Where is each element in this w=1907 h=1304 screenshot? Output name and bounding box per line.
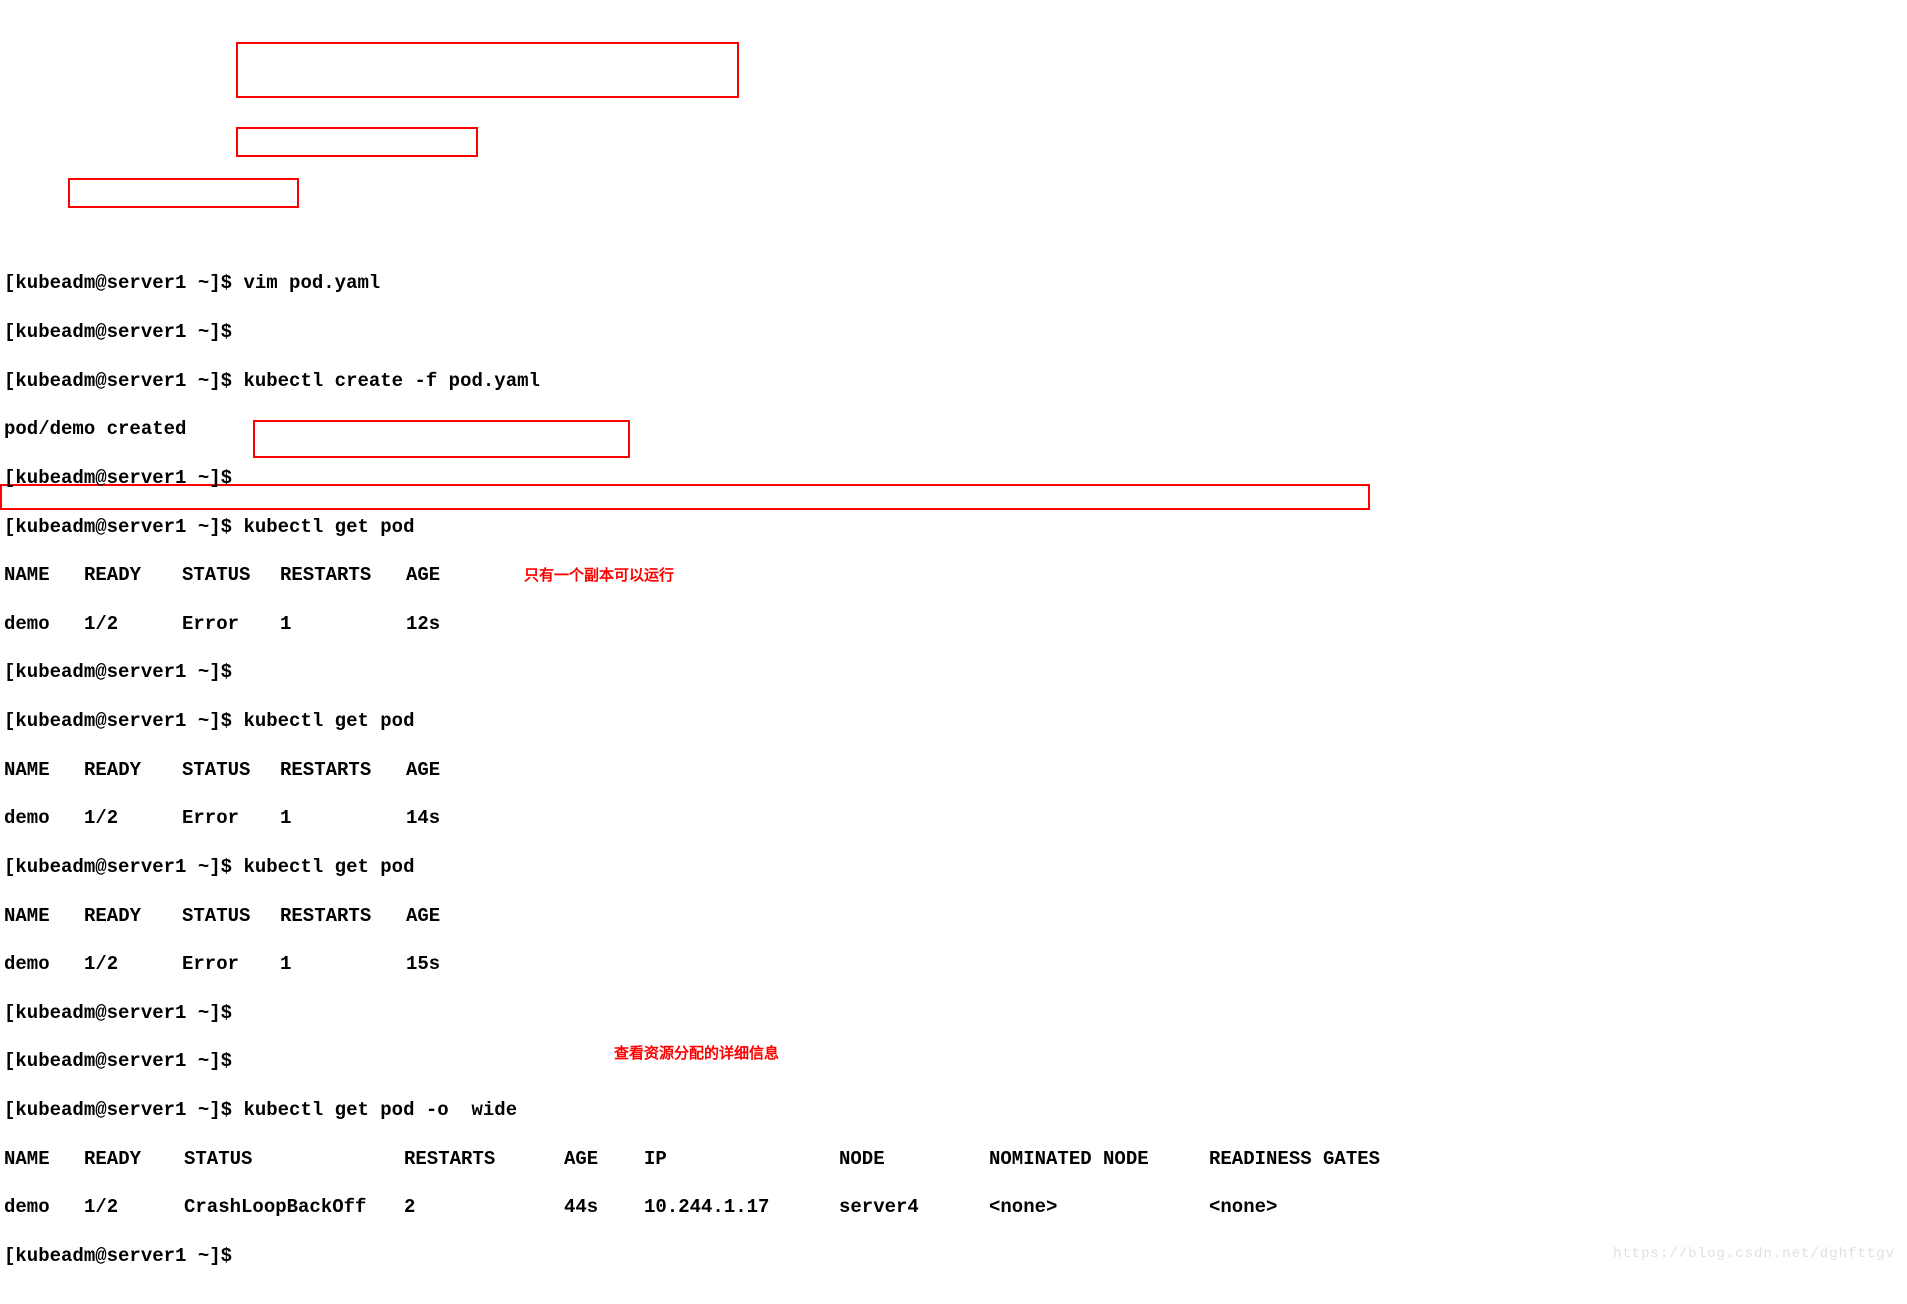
hdr-name: NAME	[4, 758, 84, 782]
prompt: [kubeadm@server1 ~]$	[4, 1050, 243, 1072]
annotation-resource-detail: 查看资源分配的详细信息	[614, 1044, 779, 1063]
hdr-status: STATUS	[182, 904, 280, 928]
terminal-line: [kubeadm@server1 ~]$ https://blog.csdn.n…	[4, 1244, 1903, 1268]
table-header: NAMEREADYSTATUSRESTARTSAGE	[4, 758, 1903, 782]
hdr-gates: READINESS GATES	[1209, 1147, 1380, 1171]
cell-restarts: 1	[280, 612, 406, 636]
terminal-line: [kubeadm@server1 ~]$	[4, 660, 1903, 684]
hdr-node: NODE	[839, 1147, 989, 1171]
table-header: NAMEREADYSTATUSRESTARTSAGE	[4, 904, 1903, 928]
command-get: kubectl get pod	[243, 710, 414, 732]
cell-name: demo	[4, 612, 84, 636]
cell-node: server4	[839, 1195, 989, 1219]
hdr-restarts: RESTARTS	[280, 758, 406, 782]
table-header: NAMEREADYSTATUSRESTARTSAGE 只有一个副本可以运行	[4, 563, 1903, 587]
cell-age: 44s	[564, 1195, 644, 1219]
terminal-line: [kubeadm@server1 ~]$ kubectl get pod	[4, 855, 1903, 879]
hdr-ready: READY	[84, 1147, 184, 1171]
cell-age: 14s	[406, 806, 440, 830]
prompt: [kubeadm@server1 ~]$	[4, 856, 243, 878]
cell-nominated: <none>	[989, 1195, 1209, 1219]
terminal-line: [kubeadm@server1 ~]$	[4, 1001, 1903, 1025]
terminal-line: [kubeadm@server1 ~]$ kubectl get pod	[4, 709, 1903, 733]
terminal-line: [kubeadm@server1 ~]$ kubectl get pod -o …	[4, 1098, 1903, 1122]
hdr-age: AGE	[406, 563, 440, 587]
output-created: pod/demo created	[4, 418, 186, 440]
hdr-name: NAME	[4, 563, 84, 587]
cell-gates: <none>	[1209, 1195, 1277, 1219]
watermark: https://blog.csdn.net/dghfttgv	[1613, 1246, 1895, 1264]
hdr-nominated: NOMINATED NODE	[989, 1147, 1209, 1171]
cell-ready: 1/2	[84, 1195, 184, 1219]
prompt: [kubeadm@server1 ~]$	[4, 1002, 243, 1024]
terminal-line: [kubeadm@server1 ~]$	[4, 466, 1903, 490]
cell-status: CrashLoopBackOff	[184, 1195, 404, 1219]
highlight-ready-error	[68, 178, 299, 208]
highlight-kubectl-get	[236, 127, 478, 157]
cell-ready: 1/2	[84, 806, 182, 830]
table-header-wide: NAMEREADYSTATUSRESTARTSAGEIPNODENOMINATE…	[4, 1147, 1903, 1171]
cell-ready: 1/2	[84, 952, 182, 976]
cell-status: Error	[182, 612, 280, 636]
hdr-age: AGE	[406, 904, 440, 928]
hdr-age: AGE	[564, 1147, 644, 1171]
hdr-restarts: RESTARTS	[280, 563, 406, 587]
terminal-line: [kubeadm@server1 ~]$ vim pod.yaml	[4, 271, 1903, 295]
cell-status: Error	[182, 806, 280, 830]
cell-name: demo	[4, 1195, 84, 1219]
command-get-wide: kubectl get pod -o wide	[243, 1099, 517, 1121]
hdr-status: STATUS	[182, 563, 280, 587]
terminal-line: pod/demo created	[4, 417, 1903, 441]
hdr-status: STATUS	[184, 1147, 404, 1171]
terminal-line: [kubeadm@server1 ~]$ kubectl create -f p…	[4, 369, 1903, 393]
cell-name: demo	[4, 806, 84, 830]
cell-age: 12s	[406, 612, 440, 636]
prompt: [kubeadm@server1 ~]$	[4, 272, 243, 294]
table-row: demo1/2Error114s	[4, 806, 1903, 830]
cell-status: Error	[182, 952, 280, 976]
table-row: demo1/2Error112s	[4, 612, 1903, 636]
hdr-ready: READY	[84, 563, 182, 587]
prompt: [kubeadm@server1 ~]$	[4, 516, 243, 538]
prompt: [kubeadm@server1 ~]$	[4, 321, 243, 343]
prompt: [kubeadm@server1 ~]$	[4, 1245, 243, 1267]
hdr-ip: IP	[644, 1147, 839, 1171]
cell-age: 15s	[406, 952, 440, 976]
table-row: demo1/2Error115s	[4, 952, 1903, 976]
hdr-name: NAME	[4, 1147, 84, 1171]
highlight-kubectl-create	[236, 42, 739, 98]
annotation-single-replica: 只有一个副本可以运行	[524, 566, 674, 585]
terminal-line: [kubeadm@server1 ~]$ kubectl get pod	[4, 515, 1903, 539]
hdr-status: STATUS	[182, 758, 280, 782]
cell-restarts: 2	[404, 1195, 564, 1219]
command-get: kubectl get pod	[243, 516, 414, 538]
command-create: kubectl create -f pod.yaml	[243, 370, 539, 392]
cell-restarts: 1	[280, 952, 406, 976]
terminal-line: [kubeadm@server1 ~]$ 查看资源分配的详细信息	[4, 1049, 1903, 1073]
table-row-wide: demo1/2CrashLoopBackOff244s10.244.1.17se…	[4, 1195, 1903, 1219]
terminal-line: [kubeadm@server1 ~]$	[4, 320, 1903, 344]
cell-restarts: 1	[280, 806, 406, 830]
prompt: [kubeadm@server1 ~]$	[4, 661, 243, 683]
hdr-restarts: RESTARTS	[280, 904, 406, 928]
hdr-ready: READY	[84, 758, 182, 782]
hdr-age: AGE	[406, 758, 440, 782]
prompt: [kubeadm@server1 ~]$	[4, 710, 243, 732]
hdr-name: NAME	[4, 904, 84, 928]
hdr-ready: READY	[84, 904, 182, 928]
cell-name: demo	[4, 952, 84, 976]
hdr-restarts: RESTARTS	[404, 1147, 564, 1171]
prompt: [kubeadm@server1 ~]$	[4, 370, 243, 392]
command-get: kubectl get pod	[243, 856, 414, 878]
cell-ip: 10.244.1.17	[644, 1195, 839, 1219]
cell-ready: 1/2	[84, 612, 182, 636]
command-vim: vim pod.yaml	[243, 272, 380, 294]
prompt: [kubeadm@server1 ~]$	[4, 1099, 243, 1121]
prompt: [kubeadm@server1 ~]$	[4, 467, 243, 489]
